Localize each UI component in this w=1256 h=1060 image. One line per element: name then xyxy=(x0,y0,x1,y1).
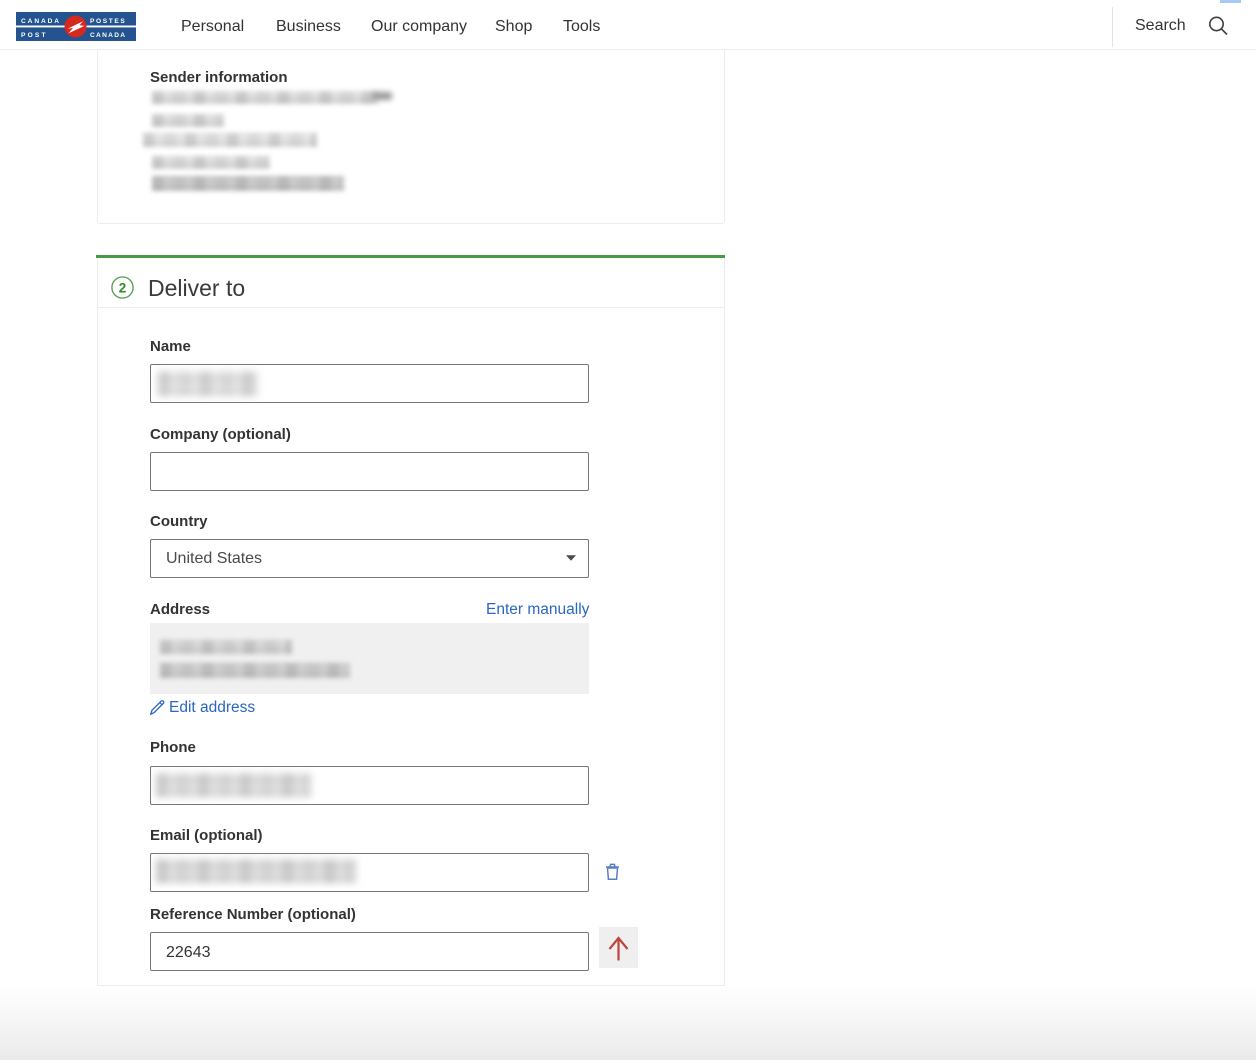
svg-text:CANADA: CANADA xyxy=(90,32,126,39)
svg-text:POSTES: POSTES xyxy=(90,18,126,25)
svg-text:2: 2 xyxy=(119,280,127,295)
svg-text:CANADA: CANADA xyxy=(21,18,61,25)
svg-text:POST: POST xyxy=(21,32,48,39)
